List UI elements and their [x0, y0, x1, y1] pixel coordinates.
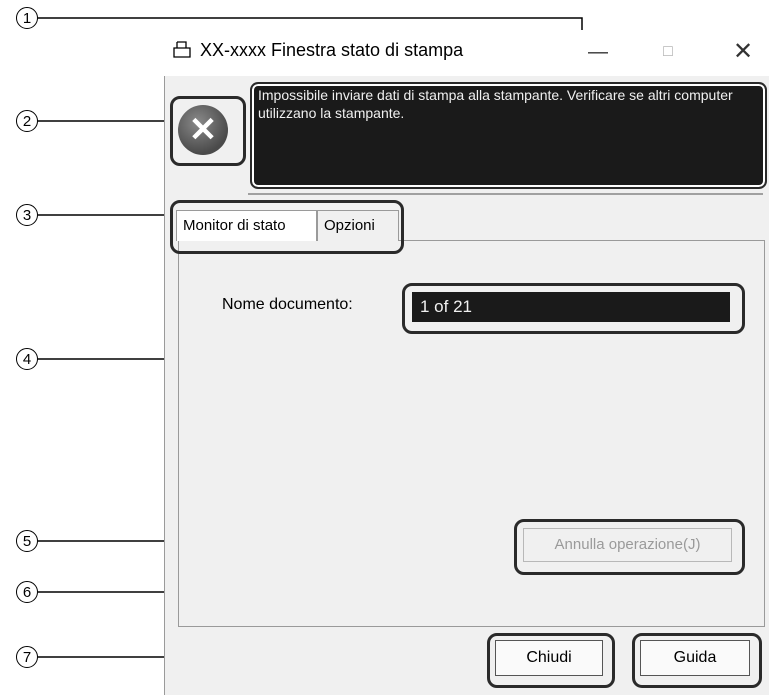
maximize-button[interactable]: □: [645, 32, 691, 72]
help-button[interactable]: Guida: [640, 640, 750, 676]
error-x-icon: ✕: [178, 105, 228, 155]
callout-5: 5: [16, 530, 38, 552]
error-x-glyph: ✕: [188, 111, 218, 149]
divider: [248, 193, 763, 195]
document-name-label: Nome documento:: [222, 296, 353, 313]
callout-6: 6: [16, 581, 38, 603]
cancel-job-button[interactable]: Annulla operazione(J): [523, 528, 732, 562]
window-title: XX-xxxx Finestra stato di stampa: [200, 40, 464, 60]
printer-icon: [173, 41, 191, 58]
callout-1: 1: [16, 7, 38, 29]
callout-4: 4: [16, 348, 38, 370]
tab-opzioni[interactable]: Opzioni: [317, 210, 399, 241]
callout-7: 7: [16, 646, 38, 668]
document-name-field: 1 of 21: [412, 292, 730, 322]
callout-3: 3: [16, 204, 38, 226]
close-button[interactable]: Chiudi: [495, 640, 603, 676]
tab-monitor-di-stato[interactable]: Monitor di stato: [176, 210, 317, 241]
minimize-button[interactable]: —: [575, 32, 621, 72]
close-window-button[interactable]: ✕: [720, 32, 766, 72]
callout-2: 2: [16, 110, 38, 132]
status-message: Impossibile inviare dati di stampa alla …: [258, 87, 733, 121]
